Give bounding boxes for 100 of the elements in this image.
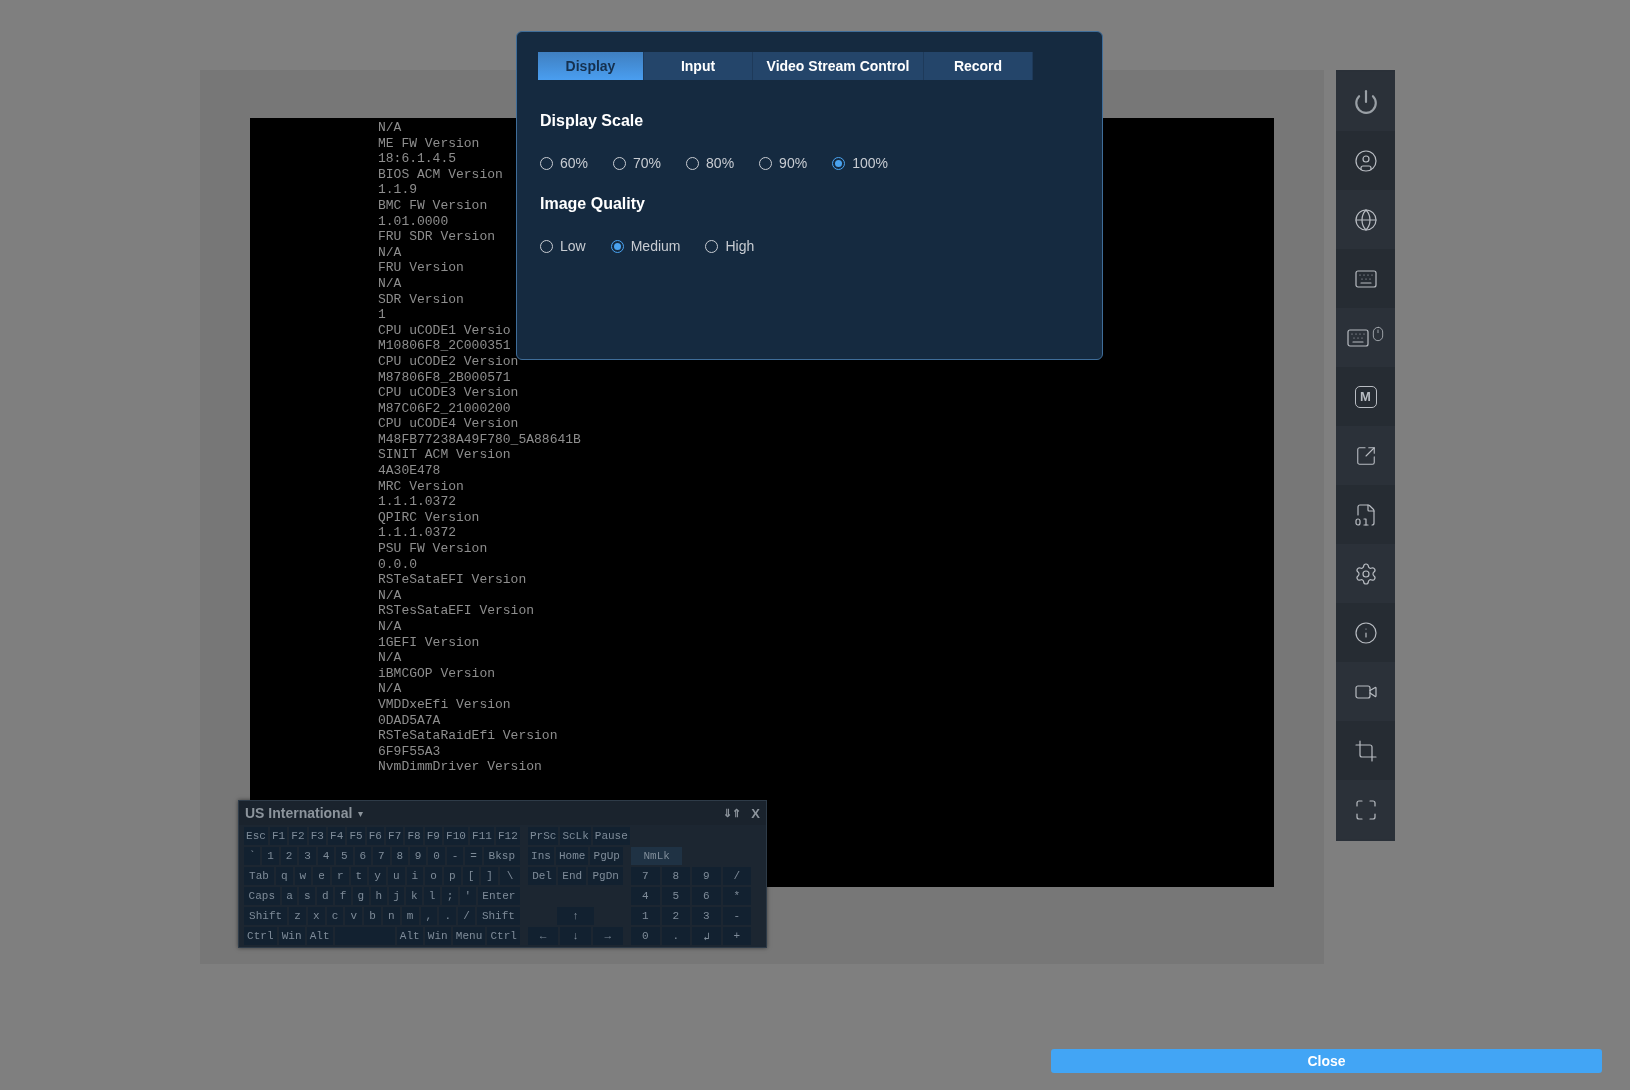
keyboard-key[interactable]: 2: [661, 907, 690, 925]
keyboard-key[interactable]: 7: [631, 867, 660, 885]
radio-option[interactable]: 80%: [686, 155, 735, 171]
keyboard-key[interactable]: 1: [631, 907, 660, 925]
keyboard-key[interactable]: [: [462, 867, 480, 885]
tab[interactable]: Record: [924, 52, 1033, 80]
dock-arrows[interactable]: ⇓⇑: [723, 806, 742, 820]
keyboard-key[interactable]: End: [558, 867, 587, 885]
keyboard-key[interactable]: F2: [289, 827, 307, 845]
keyboard-key[interactable]: F11: [470, 827, 494, 845]
tab[interactable]: Video Stream Control: [753, 52, 924, 80]
keyboard-key[interactable]: 6: [354, 847, 372, 865]
caret-icon[interactable]: ▾: [358, 807, 364, 819]
keyboard-key[interactable]: 2: [280, 847, 298, 865]
keyboard-key[interactable]: 3: [299, 847, 316, 865]
keyboard-key[interactable]: m: [401, 907, 419, 925]
keyboard-key[interactable]: F8: [405, 827, 423, 845]
keyboard-key[interactable]: x: [307, 907, 325, 925]
keyboard-button[interactable]: [1336, 249, 1395, 308]
keyboard-key[interactable]: .: [439, 907, 457, 925]
keyboard-key[interactable]: e: [313, 867, 330, 885]
keyboard-key[interactable]: n: [383, 907, 400, 925]
keyboard-key[interactable]: g: [352, 887, 369, 905]
keyboard-key[interactable]: F1: [269, 827, 288, 845]
keyboard-key[interactable]: i: [406, 867, 424, 885]
keyboard-key[interactable]: 4: [317, 847, 335, 865]
keyboard-key[interactable]: 3: [692, 907, 721, 925]
keyboard-key[interactable]: Esc: [244, 827, 268, 845]
keyboard-key[interactable]: PgDn: [588, 867, 623, 885]
keyboard-key[interactable]: 8: [661, 867, 690, 885]
keyboard-key[interactable]: p: [443, 867, 461, 885]
keyboard-key[interactable]: =: [465, 847, 482, 865]
keyboard-key[interactable]: 7: [373, 847, 390, 865]
keyboard-key[interactable]: /: [458, 907, 475, 925]
tab[interactable]: Input: [644, 52, 753, 80]
keyboard-key[interactable]: -: [446, 847, 464, 865]
keyboard-key[interactable]: F3: [308, 827, 326, 845]
keyboard-key[interactable]: y: [369, 867, 386, 885]
keyboard-key[interactable]: Win: [278, 927, 305, 945]
keyboard-key[interactable]: a: [281, 887, 298, 905]
keyboard-key[interactable]: c: [326, 907, 344, 925]
keyboard-key[interactable]: 1: [262, 847, 279, 865]
keyboard-key[interactable]: w: [294, 867, 312, 885]
keyboard-key[interactable]: 4: [631, 887, 660, 905]
keyboard-key[interactable]: j: [388, 887, 405, 905]
keyboard-key[interactable]: 9: [409, 847, 427, 865]
keyboard-key[interactable]: Ins: [528, 847, 554, 865]
keyboard-key[interactable]: ;: [442, 887, 458, 905]
keyboard-key[interactable]: Tab: [244, 867, 274, 885]
keyboard-key[interactable]: ,: [420, 907, 438, 925]
keyboard-key[interactable]: `: [244, 847, 261, 865]
keyboard-key[interactable]: 5: [336, 847, 353, 865]
keyboard-key[interactable]: Del: [528, 867, 557, 885]
keyboard-key[interactable]: Bksp: [483, 847, 520, 865]
keyboard-key[interactable]: Shift: [244, 907, 288, 925]
keyboard-key[interactable]: *: [722, 887, 751, 905]
keyboard-key[interactable]: 0: [428, 847, 445, 865]
info-button[interactable]: [1336, 603, 1395, 662]
keyboard-key[interactable]: /: [722, 867, 751, 885]
keyboard-key[interactable]: NmLk: [631, 847, 683, 865]
keyboard-key[interactable]: f: [335, 887, 351, 905]
layout-selector[interactable]: US International: [245, 805, 353, 821]
keyboard-key[interactable]: .: [661, 927, 690, 945]
keyboard-key[interactable]: Alt: [396, 927, 423, 945]
radio-option[interactable]: 90%: [759, 155, 808, 171]
keyboard-key[interactable]: Enter: [477, 887, 520, 905]
keyboard-key[interactable]: z: [289, 907, 306, 925]
keyboard-key[interactable]: F5: [347, 827, 365, 845]
keyboard-key[interactable]: Pause: [592, 827, 630, 845]
keyboard-key[interactable]: 9: [692, 867, 721, 885]
keyboard-key[interactable]: q: [275, 867, 293, 885]
radio-option[interactable]: 60%: [540, 155, 589, 171]
keyboard-key[interactable]: s: [299, 887, 316, 905]
user-button[interactable]: [1336, 131, 1395, 190]
keyboard-key[interactable]: 8: [391, 847, 408, 865]
keyboard-key[interactable]: F12: [495, 827, 520, 845]
keyboard-key[interactable]: PgUp: [590, 847, 623, 865]
keyboard-key[interactable]: F10: [444, 827, 468, 845]
radio-option[interactable]: 70%: [613, 155, 662, 171]
keyboard-key[interactable]: 0: [631, 927, 660, 945]
keyboard-key[interactable]: v: [345, 907, 363, 925]
keyboard-key[interactable]: ↲: [692, 927, 721, 945]
keyboard-key[interactable]: ←: [528, 927, 559, 945]
keyboard-key[interactable]: Shift: [476, 907, 520, 925]
keyboard-key[interactable]: ↑: [556, 907, 595, 925]
keyboard-key[interactable]: u: [387, 867, 405, 885]
keyboard-key[interactable]: Alt: [306, 927, 333, 945]
keyboard-key[interactable]: ↓: [560, 927, 591, 945]
keyboard-key[interactable]: k: [406, 887, 423, 905]
keyboard-key[interactable]: ': [459, 887, 476, 905]
keyboard-key[interactable]: ]: [481, 867, 498, 885]
close-keyboard-button[interactable]: X: [751, 805, 760, 821]
keyboard-key[interactable]: b: [364, 907, 381, 925]
keyboard-key[interactable]: \: [499, 867, 520, 885]
keyboard-key[interactable]: ScLk: [560, 827, 591, 845]
crop-button[interactable]: [1336, 721, 1395, 780]
keyboard-key[interactable]: F9: [424, 827, 443, 845]
keyboard-key[interactable]: Caps: [244, 887, 280, 905]
keyboard-key[interactable]: PrSc: [528, 827, 559, 845]
radio-option[interactable]: Low: [540, 238, 586, 254]
